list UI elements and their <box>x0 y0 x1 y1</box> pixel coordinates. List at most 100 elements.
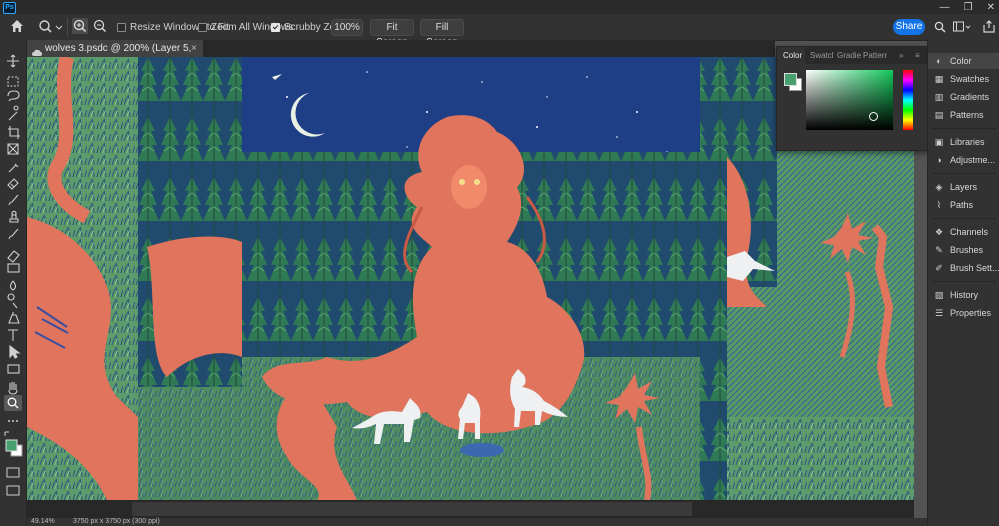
panel-expand-icon[interactable]: » <box>899 47 907 64</box>
color-field[interactable] <box>806 70 893 130</box>
tool-icons <box>4 54 23 496</box>
title-bar: Ps — ❐ ✕ <box>0 0 999 14</box>
spot-heal-tool-icon <box>7 178 19 190</box>
panel-label: Gradients <box>950 92 990 102</box>
scrubby-zoom-box[interactable] <box>271 23 280 32</box>
layers-icon: ◈ <box>935 181 943 192</box>
panel-gradients[interactable]: ▥ Gradients <box>928 89 999 105</box>
brush-tool-icon <box>8 194 19 206</box>
rectangle-tool-icon <box>7 364 20 374</box>
zoom-level[interactable]: 49.14% <box>31 518 55 526</box>
status-bar: 49.14% 3750 px x 3750 px (300 ppi) <box>27 518 927 526</box>
fill-screen-button[interactable]: Fill Screen <box>420 19 464 48</box>
channels-icon: ❖ <box>934 226 944 237</box>
marquee-tool-icon <box>7 76 19 87</box>
lasso-tool-icon <box>7 90 20 102</box>
panel-history[interactable]: ▧ History <box>928 287 999 303</box>
color-picker-ring[interactable] <box>869 112 878 121</box>
panel-swatches[interactable]: ▦ Swatches <box>928 71 999 87</box>
panel-label: Brushes <box>950 245 984 255</box>
pen-tool-icon <box>8 312 20 324</box>
panel-layers[interactable]: ◈ Layers <box>928 179 999 195</box>
eraser-tool-icon <box>7 250 20 263</box>
panel-label: Patterns <box>950 110 984 120</box>
panel-label: History <box>950 290 979 300</box>
brush-settings-icon: ✐ <box>935 262 943 273</box>
panel-label: Brush Sett... <box>950 263 999 273</box>
dodge-tool-icon <box>7 293 18 309</box>
workspace-icon[interactable] <box>953 21 971 33</box>
more-tools-icon <box>8 420 18 422</box>
panel-properties[interactable]: ☰ Properties <box>928 305 999 321</box>
search-icon[interactable] <box>934 21 946 33</box>
tab-color[interactable]: Color <box>777 47 805 64</box>
zoom-all-windows-box[interactable] <box>198 23 207 32</box>
swatches-icon: ▦ <box>934 73 944 84</box>
photoshop-logo: Ps <box>3 2 16 14</box>
right-panel-dock: ◐ Color ▦ Swatches ▥ Gradients ▤ Patterns ▣ L… <box>927 40 999 526</box>
zoom-tool-preset-icon[interactable] <box>38 19 64 35</box>
panel-adjustments[interactable]: ◑ Adjustme... <box>928 152 999 168</box>
divider <box>932 218 996 219</box>
horizontal-scrollbar[interactable] <box>27 500 914 518</box>
quick-mask-icon <box>6 467 20 478</box>
share-arrow-icon[interactable] <box>983 20 995 33</box>
adjustments-icon: ◑ <box>936 154 942 165</box>
hue-slider[interactable] <box>903 70 913 130</box>
color-icon: ◐ <box>936 55 942 66</box>
move-tool-icon <box>7 54 19 68</box>
tab-swatches[interactable]: Swatcl <box>810 47 834 64</box>
panel-brushes[interactable]: ✎ Brushes <box>928 242 999 258</box>
panel-label: Swatches <box>950 74 990 84</box>
restore-icon[interactable]: ❐ <box>964 2 973 13</box>
fit-screen-button[interactable]: Fit Screen <box>370 19 414 48</box>
panel-label: Properties <box>950 308 992 318</box>
panel-channels[interactable]: ❖ Channels <box>928 224 999 240</box>
gradient-tool-icon <box>7 263 20 273</box>
close-icon[interactable]: ✕ <box>987 2 995 13</box>
tab-patterns[interactable]: Patterr <box>863 47 889 64</box>
panel-patterns[interactable]: ▤ Patterns <box>928 107 999 123</box>
panel-libraries[interactable]: ▣ Libraries <box>928 134 999 150</box>
close-document-icon[interactable]: × <box>191 40 197 57</box>
tools-panel <box>0 40 27 526</box>
zoom-in-icon[interactable] <box>72 18 88 34</box>
share-button[interactable]: Share <box>893 19 925 35</box>
panel-paths[interactable]: ⌇ Paths <box>928 197 999 213</box>
scroll-thumb[interactable] <box>132 502 692 516</box>
patterns-icon: ▤ <box>934 109 944 120</box>
divider <box>932 173 996 174</box>
panel-label: Libraries <box>950 137 985 147</box>
gradients-icon: ▥ <box>934 91 944 102</box>
hand-tool-icon <box>8 382 18 395</box>
document-tab[interactable]: wolves 3.psdc @ 200% (Layer 5, RGB/8) * … <box>27 40 203 71</box>
zoom-100-button[interactable]: 100% <box>331 19 363 36</box>
panel-menu-icon[interactable]: ≡ <box>915 47 923 64</box>
minimize-icon[interactable]: — <box>940 2 950 13</box>
panel-label: Adjustme... <box>950 155 996 165</box>
history-icon: ▧ <box>934 289 944 300</box>
panel-label: Layers <box>950 182 978 192</box>
history-brush-tool-icon <box>8 228 19 240</box>
panel-label: Color <box>950 56 972 66</box>
type-tool-icon <box>8 329 18 341</box>
paths-icon: ⌇ <box>936 199 942 210</box>
tab-gradients[interactable]: Gradie <box>837 47 861 64</box>
quick-select-tool-icon <box>8 105 19 121</box>
resize-windows-box[interactable] <box>117 23 126 32</box>
panel-color[interactable]: ◐ Color <box>928 53 999 69</box>
window-controls: — ❐ ✕ <box>940 0 995 14</box>
home-icon[interactable] <box>10 19 26 35</box>
crop-tool-icon <box>8 126 20 139</box>
panel-brush-settings[interactable]: ✐ Brush Sett... <box>928 260 999 276</box>
divider <box>67 18 68 36</box>
clone-stamp-tool-icon <box>9 210 19 223</box>
swap-colors-icon <box>4 431 9 436</box>
properties-icon: ☰ <box>934 307 944 318</box>
libraries-icon: ▣ <box>934 136 944 147</box>
zoom-out-icon[interactable] <box>92 18 108 34</box>
frame-tool-icon <box>7 143 19 155</box>
color-panel-tabs: Color Swatcl Gradie Patterr » ≡ <box>777 47 927 64</box>
cloud-doc-icon <box>32 45 42 56</box>
color-foreground-swatch[interactable] <box>784 73 797 86</box>
